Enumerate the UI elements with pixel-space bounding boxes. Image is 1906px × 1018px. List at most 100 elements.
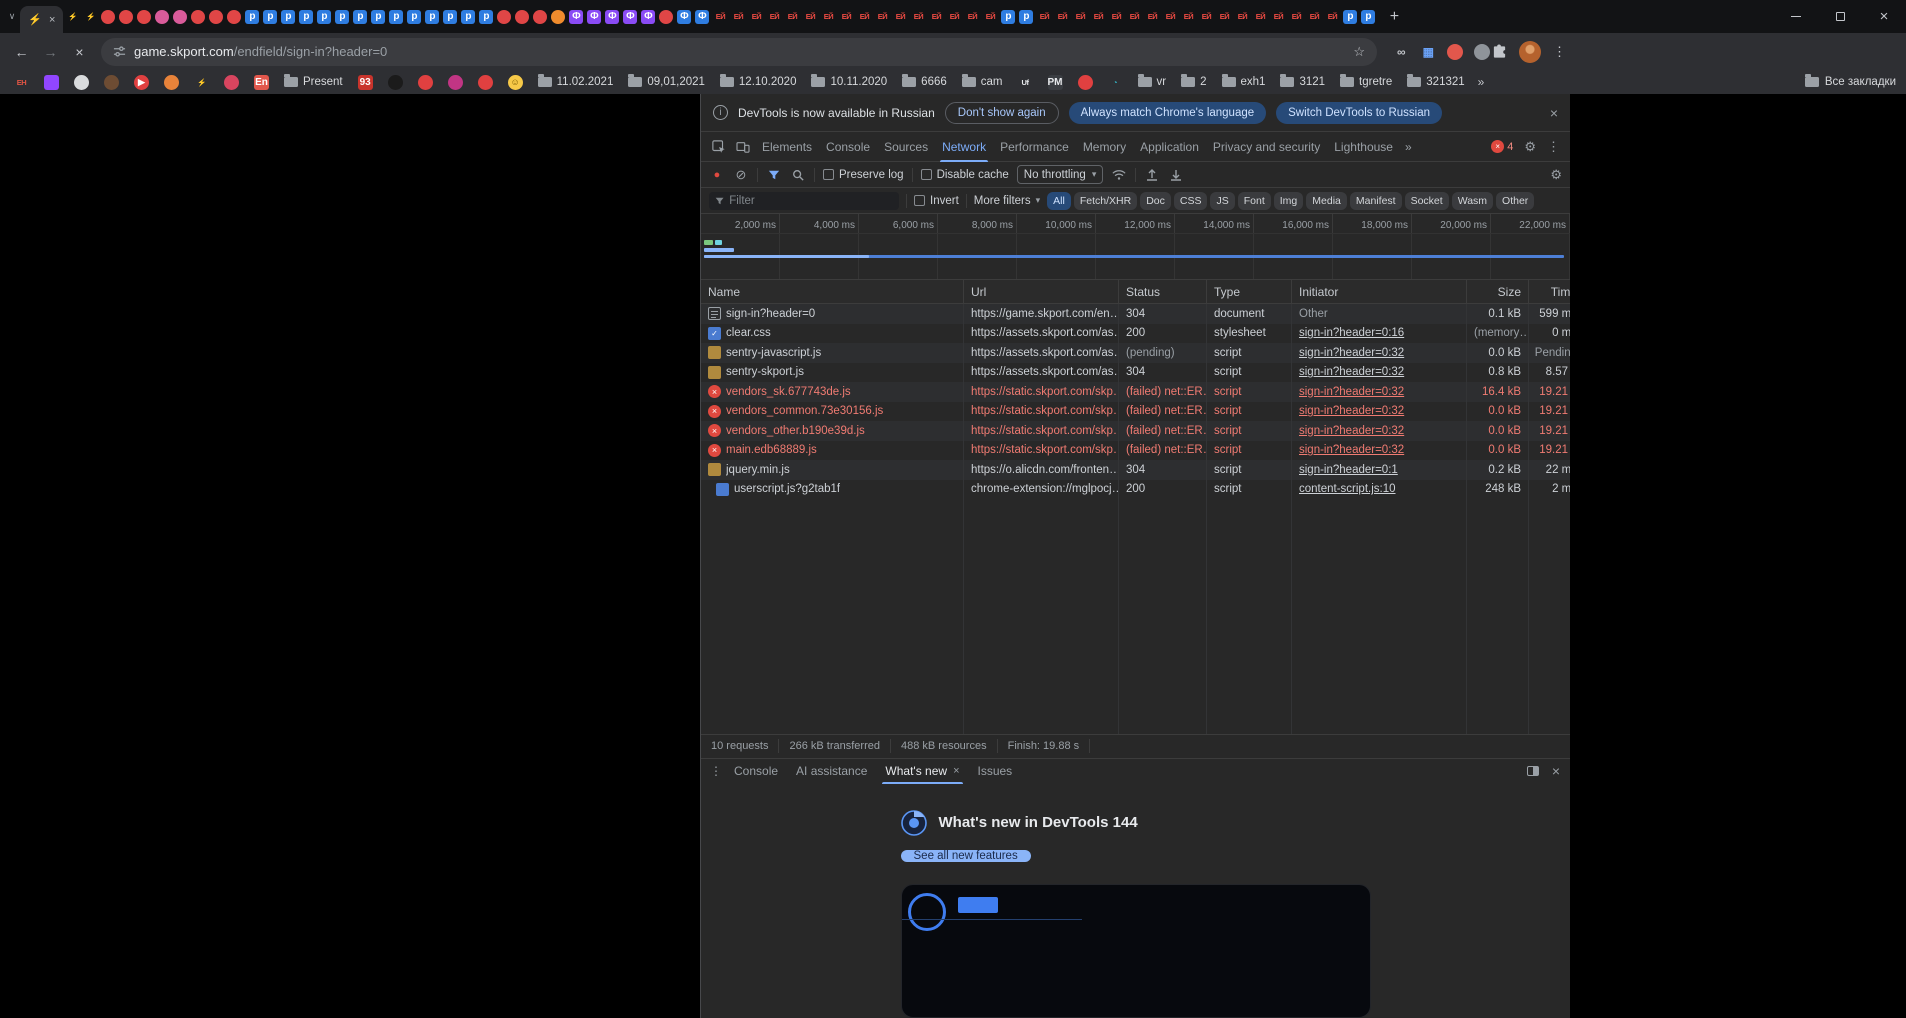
initiator-link[interactable]: sign-in?header=0:32 [1299, 366, 1404, 378]
column-header-time[interactable]: Time [1529, 280, 1570, 303]
devtools-tab[interactable]: Performance [993, 132, 1076, 162]
bookmark-item[interactable]: En [250, 72, 273, 92]
bookmark-item[interactable]: exh1 [1218, 72, 1270, 92]
whats-new-video-card[interactable] [901, 884, 1371, 1018]
close-window-button[interactable]: × [1862, 0, 1906, 33]
network-settings-gear-icon[interactable]: ⚙ [1550, 167, 1562, 183]
browser-tab[interactable]: ЕЙ [1053, 0, 1071, 33]
browser-tab[interactable]: ЕЙ [855, 0, 873, 33]
close-tab-icon[interactable]: × [49, 14, 55, 26]
browser-tab[interactable]: ЕЙ [1089, 0, 1107, 33]
browser-tab[interactable]: ЕЙ [783, 0, 801, 33]
filter-funnel-icon[interactable] [766, 169, 782, 181]
bookmarks-overflow-icon[interactable]: » [1478, 75, 1485, 89]
drawer-tab[interactable]: Issues [969, 758, 1022, 784]
active-tab[interactable]: ⚡ × [20, 6, 63, 33]
browser-tab[interactable]: p [999, 0, 1017, 33]
bookmark-star-icon[interactable]: ☆ [1353, 44, 1365, 60]
device-toolbar-icon[interactable] [731, 135, 755, 159]
browser-tab[interactable]: Ф [585, 0, 603, 33]
browser-tab[interactable] [189, 0, 207, 33]
devtools-tab[interactable]: Privacy and security [1206, 132, 1327, 162]
bookmark-item[interactable]: 3121 [1276, 72, 1329, 92]
browser-tab[interactable]: ЕЙ [819, 0, 837, 33]
initiator-link[interactable]: content-script.js:10 [1299, 483, 1396, 495]
browser-tab[interactable]: ЕЙ [963, 0, 981, 33]
browser-tab[interactable]: ⚡ [81, 0, 99, 33]
browser-tab[interactable]: ЕЙ [945, 0, 963, 33]
browser-tab[interactable]: ЕЙ [981, 0, 999, 33]
browser-tab[interactable]: ЕЙ [1251, 0, 1269, 33]
minimize-button[interactable] [1774, 0, 1818, 33]
close-tab-icon[interactable]: × [953, 765, 959, 777]
bookmark-item[interactable]: ☺ [504, 72, 527, 92]
address-bar[interactable]: game.skport.com/endfield/sign-in?header=… [101, 38, 1377, 66]
initiator-link[interactable]: sign-in?header=0:32 [1299, 386, 1404, 398]
initiator-link[interactable]: sign-in?header=0:32 [1299, 444, 1404, 456]
browser-tab[interactable] [495, 0, 513, 33]
browser-tab[interactable]: ЕЙ [1107, 0, 1125, 33]
extension-icon[interactable]: ▦ [1420, 44, 1436, 60]
invert-checkbox[interactable]: Invert [914, 195, 959, 207]
bookmark-item[interactable] [414, 72, 437, 92]
network-request-row[interactable]: clear.css https://assets.skport.com/as… … [701, 324, 1570, 344]
browser-tab[interactable]: p [243, 0, 261, 33]
browser-tab[interactable]: p [387, 0, 405, 33]
stop-reload-button[interactable]: × [66, 38, 93, 65]
column-header-initiator[interactable]: Initiator [1292, 280, 1467, 303]
browser-tab[interactable]: p [333, 0, 351, 33]
bookmark-item[interactable]: 11.02.2021 [534, 72, 618, 92]
more-tabs-icon[interactable]: » [1400, 140, 1417, 154]
column-header-type[interactable]: Type [1207, 280, 1292, 303]
bookmark-item[interactable]: 6666 [898, 72, 951, 92]
browser-menu-icon[interactable]: ⋮ [1553, 44, 1566, 60]
filter-chip[interactable]: Wasm [1452, 192, 1493, 210]
browser-tab[interactable]: ЕЙ [711, 0, 729, 33]
browser-tab[interactable]: ЕЙ [1143, 0, 1161, 33]
more-filters-button[interactable]: More filters ▾ [974, 195, 1040, 207]
browser-tab[interactable]: ЕЙ [1269, 0, 1287, 33]
bookmark-item[interactable] [220, 72, 243, 92]
browser-tab[interactable]: Ф [675, 0, 693, 33]
browser-tab[interactable]: p [1359, 0, 1377, 33]
clear-network-log-icon[interactable]: ⊘ [733, 167, 749, 183]
back-button[interactable]: ← [8, 38, 35, 65]
network-request-row[interactable]: sentry-javascript.js https://assets.skpo… [701, 343, 1570, 363]
browser-tab[interactable] [207, 0, 225, 33]
inspect-element-icon[interactable] [707, 135, 731, 159]
devtools-tab[interactable]: Sources [877, 132, 935, 162]
maximize-button[interactable] [1818, 0, 1862, 33]
drawer-tab[interactable]: What's new × [876, 758, 968, 784]
browser-tab[interactable]: ЕЙ [1215, 0, 1233, 33]
network-request-row[interactable]: vendors_sk.677743de.js https://static.sk… [701, 382, 1570, 402]
browser-tab[interactable]: ЕЙ [873, 0, 891, 33]
browser-tab[interactable]: p [369, 0, 387, 33]
devtools-tab[interactable]: Lighthouse [1327, 132, 1400, 162]
bookmark-item[interactable]: 321321 [1403, 72, 1468, 92]
initiator-link[interactable]: sign-in?header=0:16 [1299, 327, 1404, 339]
error-badge[interactable]: × 4 [1491, 140, 1513, 153]
column-header-status[interactable]: Status [1119, 280, 1207, 303]
devtools-tab[interactable]: Memory [1076, 132, 1133, 162]
filter-chip[interactable]: Socket [1405, 192, 1449, 210]
profile-avatar[interactable] [1519, 41, 1541, 63]
split-panel-icon[interactable] [1527, 766, 1539, 776]
bookmark-item[interactable]: 09,01,2021 [624, 72, 709, 92]
bookmark-item[interactable] [1074, 72, 1097, 92]
filter-chip[interactable]: Other [1496, 192, 1534, 210]
browser-tab[interactable] [531, 0, 549, 33]
network-request-row[interactable]: sign-in?header=0 https://game.skport.com… [701, 304, 1570, 324]
filter-chip[interactable]: JS [1210, 192, 1234, 210]
bookmark-item[interactable]: ◔ [1104, 72, 1127, 92]
network-conditions-icon[interactable] [1111, 169, 1127, 181]
bookmark-item[interactable] [160, 72, 183, 92]
preserve-log-checkbox[interactable]: Preserve log [823, 169, 904, 181]
settings-gear-icon[interactable]: ⚙ [1524, 139, 1536, 155]
browser-tab[interactable]: p [1017, 0, 1035, 33]
browser-tab[interactable] [225, 0, 243, 33]
bookmark-item[interactable]: tgretre [1336, 72, 1396, 92]
devtools-menu-icon[interactable]: ⋮ [1547, 139, 1560, 155]
browser-tab[interactable]: Ф [621, 0, 639, 33]
browser-tab[interactable]: Ф [567, 0, 585, 33]
browser-tab[interactable] [657, 0, 675, 33]
